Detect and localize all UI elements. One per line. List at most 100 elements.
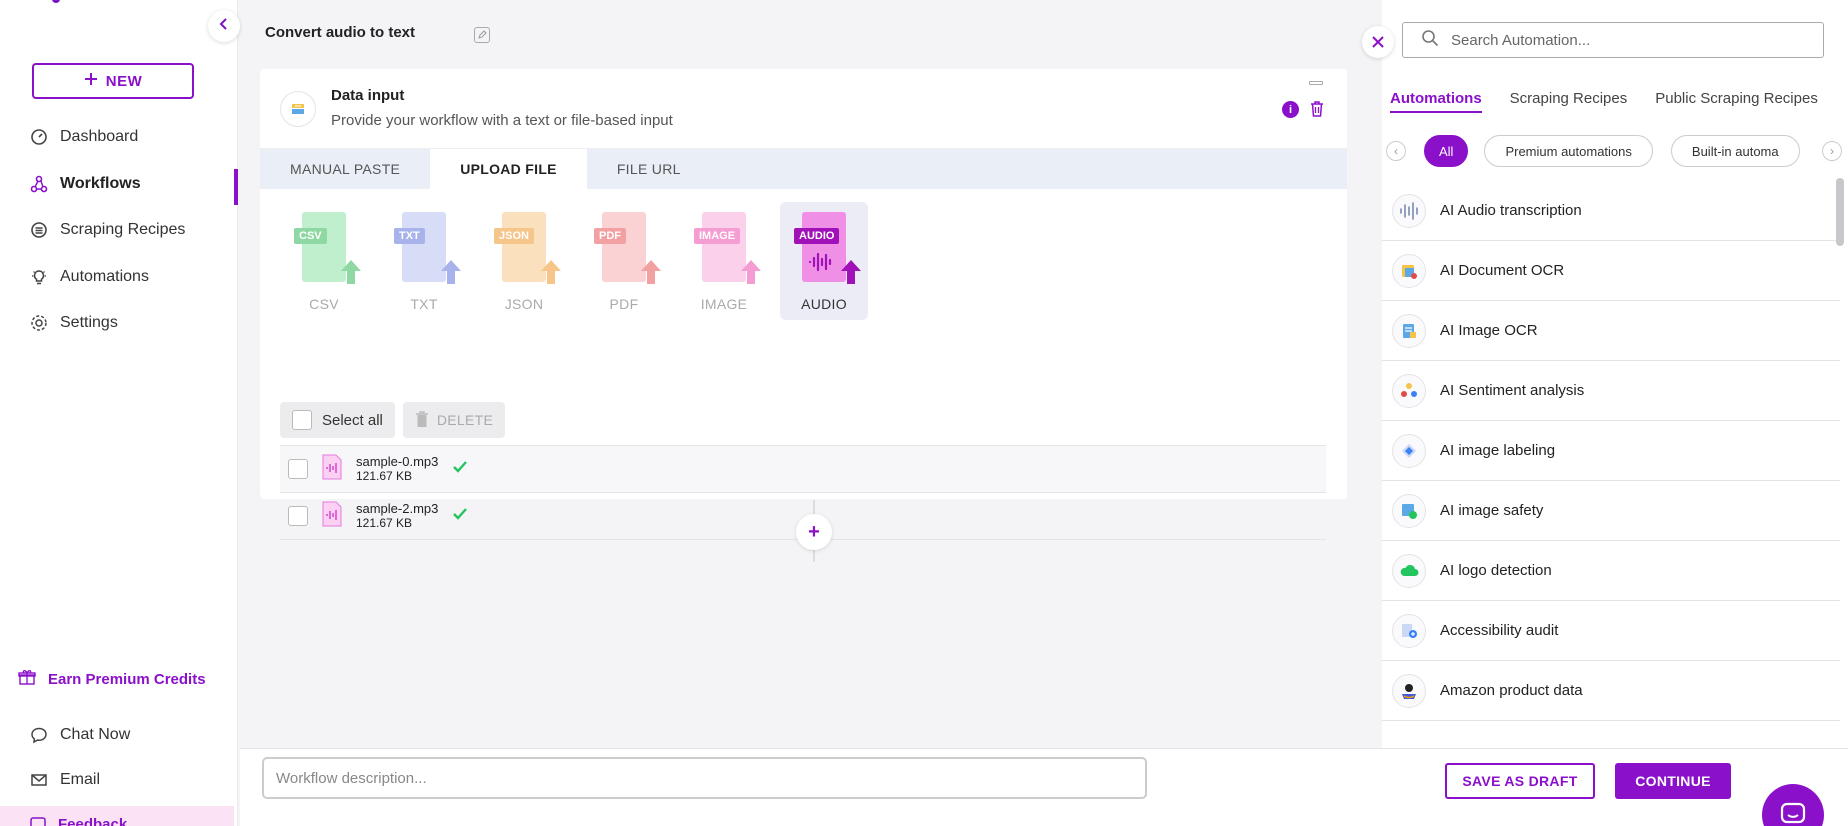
file-type-audio[interactable]: AUDIO AUDIO (780, 202, 868, 320)
amazon-icon (1392, 673, 1426, 708)
trash-icon (415, 410, 429, 431)
file-checkbox[interactable] (288, 506, 308, 526)
sidebar-item-automations[interactable]: Automations (0, 254, 238, 301)
txt-badge: TXT (394, 228, 425, 244)
earn-premium-credits-label: Earn Premium Credits (48, 670, 206, 688)
file-type-label: AUDIO (801, 296, 847, 312)
new-button[interactable]: NEW (32, 63, 194, 99)
file-type-txt[interactable]: TXT TXT (380, 202, 468, 320)
checkbox-icon (292, 410, 312, 430)
automation-panel: Search Automation... Automations Scrapin… (1382, 0, 1848, 748)
label-icon (1392, 433, 1426, 468)
csv-file-icon: CSV (294, 212, 361, 286)
collapse-sidebar-button[interactable] (208, 10, 240, 42)
tab-automations[interactable]: Automations (1390, 90, 1482, 113)
file-type-csv[interactable]: CSV CSV (280, 202, 368, 320)
chevron-left-icon[interactable]: ‹ (1386, 141, 1406, 161)
edit-title-icon[interactable] (474, 27, 490, 43)
tab-public-scraping-recipes[interactable]: Public Scraping Recipes (1655, 90, 1818, 113)
file-type-label: PDF (609, 296, 639, 312)
sidebar-item-dashboard[interactable]: Dashboard (0, 114, 238, 161)
info-icon[interactable]: i (1282, 101, 1299, 118)
file-type-pdf[interactable]: PDF PDF (580, 202, 668, 320)
file-type-json[interactable]: JSON JSON (480, 202, 568, 320)
add-step-button[interactable]: + (796, 514, 832, 550)
list-item[interactable]: AI Audio transcription (1382, 181, 1840, 241)
workflow-description-input[interactable] (262, 757, 1147, 799)
list-item[interactable]: AI image safety (1382, 481, 1840, 541)
sidebar-item-email[interactable]: Email (0, 757, 238, 802)
search-input[interactable]: Search Automation... (1402, 22, 1824, 58)
select-all-checkbox[interactable]: Select all (280, 402, 395, 438)
list-item[interactable]: Amazon product data (1382, 661, 1840, 721)
continue-button[interactable]: CONTINUE (1615, 763, 1731, 799)
chip-built-in-automations[interactable]: Built-in automa (1670, 135, 1800, 167)
list-item[interactable]: AI Document OCR (1382, 241, 1840, 301)
search-placeholder: Search Automation... (1451, 31, 1591, 49)
tab-scraping-recipes[interactable]: Scraping Recipes (1510, 90, 1628, 113)
list-item[interactable]: AI logo detection (1382, 541, 1840, 601)
file-type-image[interactable]: IMAGE IMAGE (680, 202, 768, 320)
earn-premium-credits-link[interactable]: Earn Premium Credits (18, 668, 206, 690)
sidebar-item-label: Email (60, 770, 101, 788)
chip-all[interactable]: All (1424, 135, 1469, 167)
save-as-draft-button[interactable]: SAVE AS DRAFT (1445, 763, 1595, 799)
shield-image-icon (1392, 493, 1426, 528)
panel-scrollbar[interactable] (1836, 178, 1844, 246)
file-type-label: IMAGE (700, 296, 748, 312)
automation-label: Accessibility audit (1440, 622, 1559, 639)
audio-file-icon (322, 501, 342, 532)
card-title: Data input (331, 87, 405, 104)
sidebar-item-label: Settings (60, 314, 118, 332)
tab-manual-paste[interactable]: MANUAL PASTE (260, 149, 430, 189)
feedback-label: Feedback (58, 816, 128, 826)
workflows-icon (30, 175, 48, 193)
automation-label: AI Image OCR (1440, 322, 1538, 339)
new-button-label: NEW (105, 72, 143, 90)
sidebar-item-chat-now[interactable]: Chat Now (0, 712, 238, 757)
pdf-file-icon: PDF (594, 212, 661, 286)
sidebar: NEW Dashboard Workflows Scraping Recipes (0, 0, 238, 826)
minimize-icon[interactable] (1309, 81, 1323, 85)
file-type-selector: CSV CSV TXT TXT JSON JSON PDF PDF IMAGE … (280, 202, 868, 320)
pdf-badge: PDF (594, 228, 626, 244)
json-badge: JSON (494, 228, 534, 244)
close-icon (1372, 32, 1384, 53)
automation-label: AI logo detection (1440, 562, 1552, 579)
delete-button[interactable]: DELETE (402, 402, 506, 438)
sidebar-item-feedback[interactable]: Feedback (0, 806, 234, 826)
chevron-right-icon[interactable]: › (1822, 141, 1842, 161)
app-root: NEW Dashboard Workflows Scraping Recipes (0, 0, 1848, 826)
list-item[interactable]: AI Image OCR (1382, 301, 1840, 361)
automation-label: AI image safety (1440, 502, 1544, 519)
mail-icon (30, 771, 48, 789)
plus-icon: + (808, 520, 820, 543)
sidebar-item-label: Automations (60, 267, 149, 285)
file-row: sample-0.mp3 121.67 KB (280, 446, 1326, 493)
card-subtitle: Provide your workflow with a text or fil… (331, 112, 673, 129)
gear-icon (30, 314, 48, 332)
select-all-label: Select all (322, 411, 383, 429)
file-checkbox[interactable] (288, 459, 308, 479)
sidebar-item-workflows[interactable]: Workflows (0, 161, 238, 208)
list-item[interactable]: Accessibility audit (1382, 601, 1840, 661)
tab-upload-file[interactable]: UPLOAD FILE (430, 149, 587, 189)
trash-icon[interactable] (1309, 100, 1325, 123)
close-panel-button[interactable] (1362, 26, 1394, 58)
sidebar-item-label: Dashboard (60, 128, 139, 146)
file-name: sample-2.mp3 (356, 501, 439, 516)
chevron-left-icon (219, 17, 229, 36)
list-item[interactable]: AI image labeling (1382, 421, 1840, 481)
workflow-footer: SAVE AS DRAFT CONTINUE (240, 748, 1848, 826)
data-input-card: Data input Provide your workflow with a … (260, 69, 1347, 540)
chip-premium-automations[interactable]: Premium automations (1484, 135, 1653, 167)
sidebar-item-label: Chat Now (60, 725, 131, 743)
list-item[interactable]: AI Sentiment analysis (1382, 361, 1840, 421)
accessibility-icon (1392, 613, 1426, 648)
audio-file-icon: AUDIO (794, 212, 861, 286)
tab-file-url[interactable]: FILE URL (587, 149, 711, 189)
sidebar-item-settings[interactable]: Settings (0, 300, 238, 347)
workflow-title: Convert audio to text (265, 24, 416, 41)
sidebar-item-scraping-recipes[interactable]: Scraping Recipes (0, 207, 238, 254)
input-tabs: MANUAL PASTE UPLOAD FILE FILE URL (260, 149, 1347, 189)
